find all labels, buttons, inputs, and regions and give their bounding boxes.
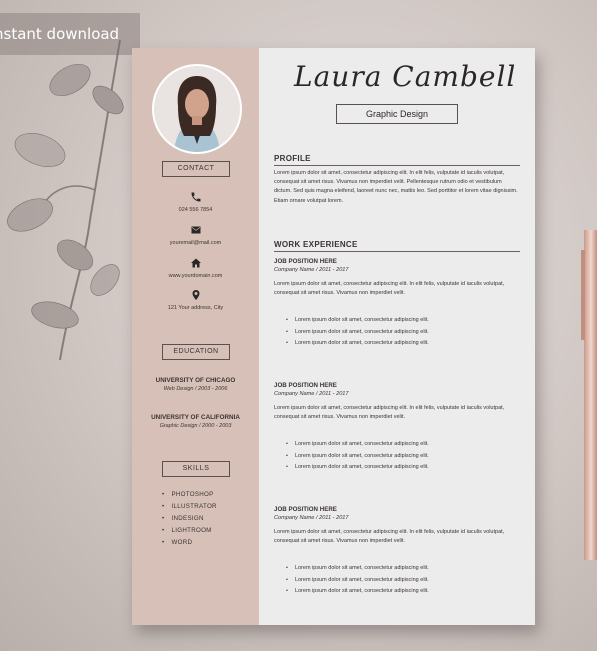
job-entry: JOB POSITION HERE Company Name / 2011 - … bbox=[274, 258, 520, 350]
job-bullet: Lorem ipsum dolor sit amet, consectetur … bbox=[286, 451, 520, 463]
job-bullet: Lorem ipsum dolor sit amet, consectetur … bbox=[286, 439, 520, 451]
job-description: Lorem ipsum dolor sit amet, consectetur … bbox=[274, 405, 505, 421]
job-bullet: Lorem ipsum dolor sit amet, consectetur … bbox=[286, 338, 520, 350]
profile-text: Lorem ipsum dolor sit amet, consectetur … bbox=[274, 170, 518, 204]
job-bullets: Lorem ipsum dolor sit amet, consectetur … bbox=[274, 563, 520, 598]
job-company: Company Name / 2011 - 2017 bbox=[274, 267, 349, 273]
job-description: Lorem ipsum dolor sit amet, consectetur … bbox=[274, 281, 505, 297]
job-company: Company Name / 2011 - 2017 bbox=[274, 515, 349, 521]
email-address: youremail@mail.com bbox=[169, 240, 222, 246]
job-description: Lorem ipsum dolor sit amet, consectetur … bbox=[274, 529, 505, 545]
website-item: www.yourdomain.com bbox=[132, 257, 259, 279]
profile-photo bbox=[152, 64, 242, 154]
experience-heading: WORK EXPERIENCE bbox=[274, 240, 520, 252]
school-detail: Web Design / 2003 - 2006 bbox=[163, 386, 228, 392]
mail-icon bbox=[191, 226, 200, 234]
job-bullets: Lorem ipsum dolor sit amet, consectetur … bbox=[274, 439, 520, 474]
school-name: UNIVERSITY OF CHICAGO bbox=[155, 377, 236, 384]
website-url: www.yourdomain.com bbox=[168, 273, 223, 279]
job-bullet: Lorem ipsum dolor sit amet, consectetur … bbox=[286, 315, 520, 327]
job-company: Company Name / 2011 - 2017 bbox=[274, 391, 349, 397]
job-bullet: Lorem ipsum dolor sit amet, consectetur … bbox=[286, 575, 520, 587]
skill-item: INDESIGN bbox=[162, 515, 217, 522]
skill-item: PHOTOSHOP bbox=[162, 491, 217, 498]
job-entry: JOB POSITION HERE Company Name / 2011 - … bbox=[274, 382, 520, 474]
skill-item: ILLUSTRATOR bbox=[162, 503, 217, 510]
school-name: UNIVERSITY OF CALIFORNIA bbox=[151, 414, 240, 421]
contact-heading: CONTACT bbox=[162, 161, 230, 177]
address-text: 121 Your address, City bbox=[167, 305, 224, 311]
job-bullets: Lorem ipsum dolor sit amet, consectetur … bbox=[274, 315, 520, 350]
job-position: JOB POSITION HERE bbox=[274, 258, 337, 265]
address-item: 121 Your address, City bbox=[132, 289, 259, 311]
resume-sidebar: CONTACT 024 556 7854 youremail@mail.com … bbox=[132, 48, 259, 625]
job-position: JOB POSITION HERE bbox=[274, 506, 337, 513]
phone-icon bbox=[191, 192, 200, 202]
education-item: UNIVERSITY OF CALIFORNIA Graphic Design … bbox=[132, 414, 259, 429]
profile-section: PROFILE Lorem ipsum dolor sit amet, cons… bbox=[274, 154, 520, 206]
skills-heading: SKILLS bbox=[162, 461, 230, 477]
experience-section: WORK EXPERIENCE bbox=[274, 240, 520, 252]
skill-item: WORD bbox=[162, 539, 217, 546]
profile-heading: PROFILE bbox=[274, 154, 520, 166]
home-icon bbox=[190, 258, 201, 268]
resume-name: Laura Cambell bbox=[294, 60, 517, 93]
floral-decoration bbox=[7, 40, 124, 360]
skill-item: LIGHTROOM bbox=[162, 527, 217, 534]
location-pin-icon bbox=[192, 290, 199, 300]
phone-number: 024 556 7854 bbox=[178, 207, 213, 213]
pen-decoration bbox=[581, 230, 597, 560]
job-bullet: Lorem ipsum dolor sit amet, consectetur … bbox=[286, 563, 520, 575]
phone-item: 024 556 7854 bbox=[132, 191, 259, 213]
job-bullet: Lorem ipsum dolor sit amet, consectetur … bbox=[286, 586, 520, 598]
resume-page: CONTACT 024 556 7854 youremail@mail.com … bbox=[132, 48, 535, 625]
education-item: UNIVERSITY OF CHICAGO Web Design / 2003 … bbox=[132, 377, 259, 392]
resume-role: Graphic Design bbox=[336, 104, 458, 124]
job-position: JOB POSITION HERE bbox=[274, 382, 337, 389]
job-bullet: Lorem ipsum dolor sit amet, consectetur … bbox=[286, 327, 520, 339]
email-item: youremail@mail.com bbox=[132, 224, 259, 246]
job-bullet: Lorem ipsum dolor sit amet, consectetur … bbox=[286, 462, 520, 474]
skills-list: PHOTOSHOP ILLUSTRATOR INDESIGN LIGHTROOM… bbox=[162, 491, 217, 551]
education-heading: EDUCATION bbox=[162, 344, 230, 360]
school-detail: Graphic Design / 2000 - 2003 bbox=[159, 423, 232, 429]
job-entry: JOB POSITION HERE Company Name / 2011 - … bbox=[274, 506, 520, 598]
